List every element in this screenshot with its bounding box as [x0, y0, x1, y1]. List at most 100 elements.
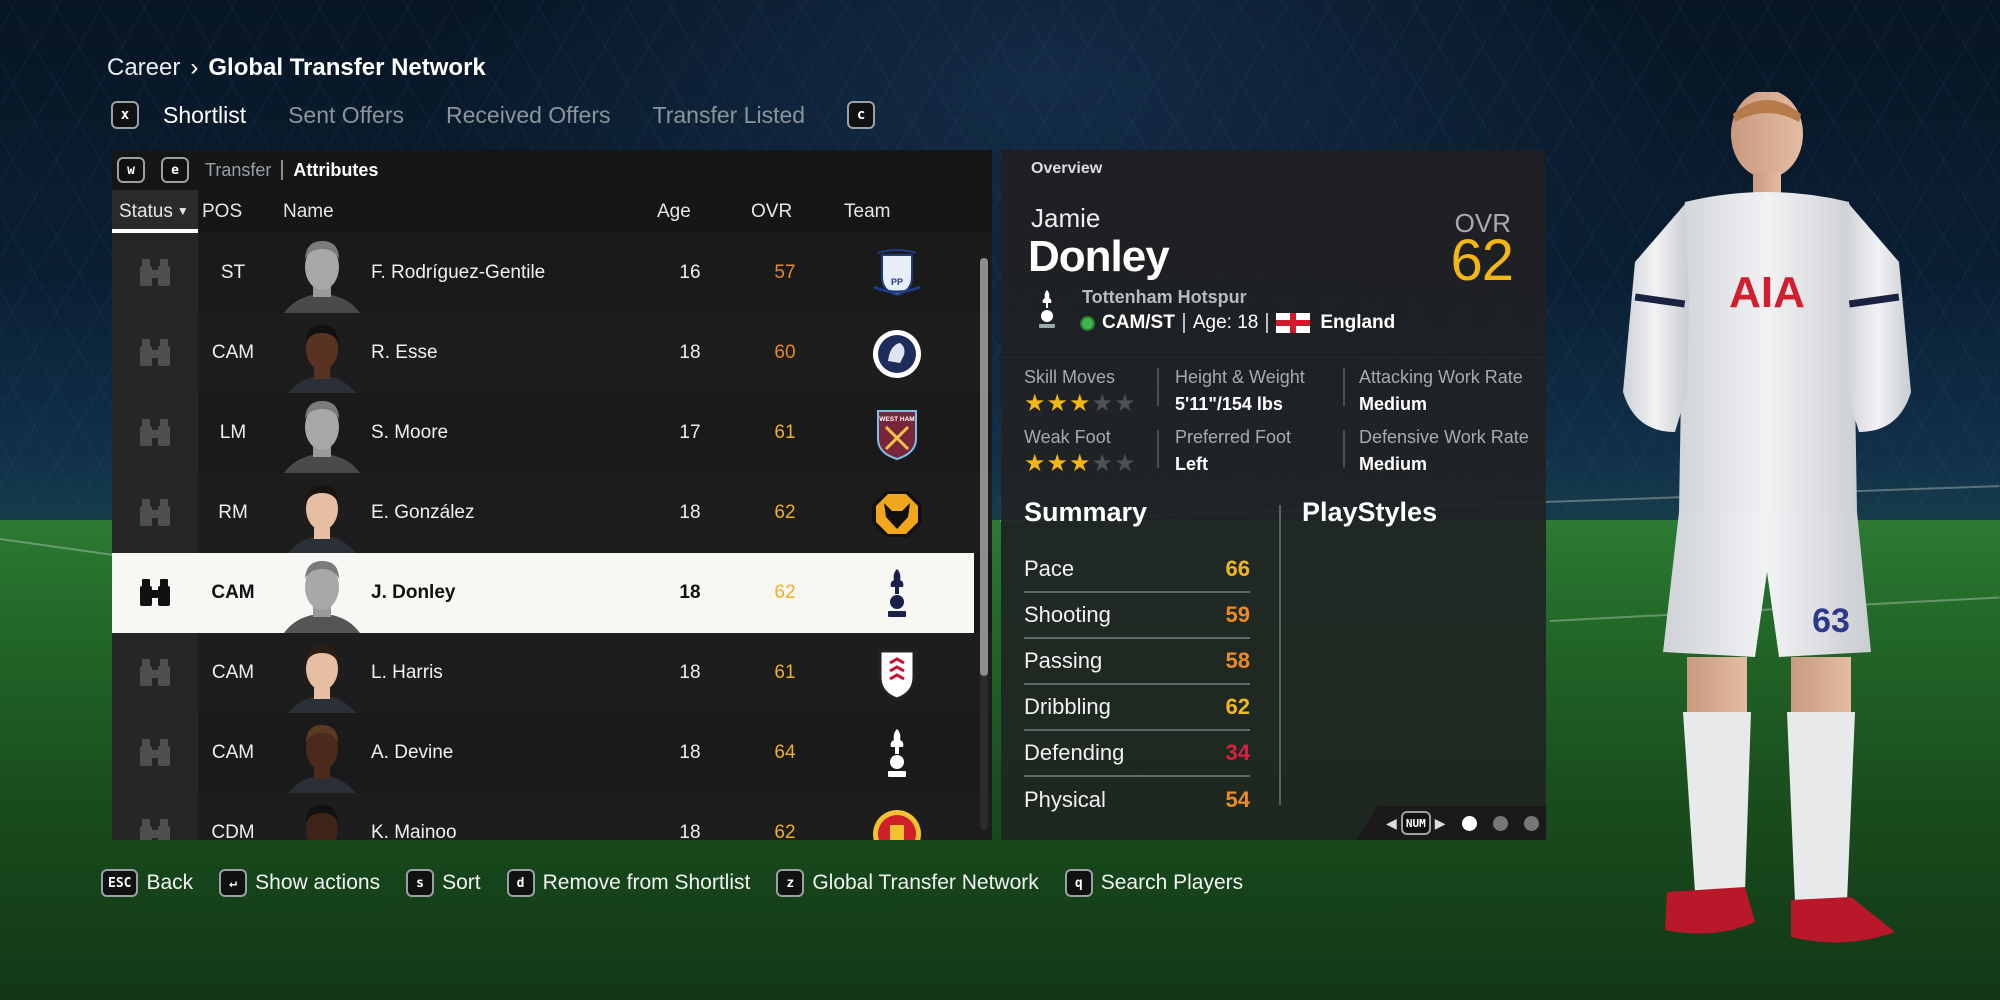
player-row[interactable]: RM E. González 18 62 — [112, 473, 992, 553]
stat-label: Dribbling — [1024, 694, 1111, 719]
stat-value: 59 — [1225, 602, 1250, 627]
action-label: Sort — [442, 871, 481, 894]
player-row[interactable]: CAM L. Harris 18 61 — [112, 633, 992, 713]
player-row[interactable]: CAM A. Devine 18 64 — [112, 713, 992, 793]
stat-label: Pace — [1024, 556, 1075, 581]
player-pos: CAM — [211, 342, 255, 363]
column-team[interactable]: Team — [844, 201, 890, 223]
action-label: Global Transfer Network — [812, 871, 1039, 894]
player-avatar — [284, 477, 360, 553]
binoculars-icon[interactable] — [112, 553, 198, 633]
weak-foot-stars: ★ ★ ★ ★ ★ — [1024, 452, 1137, 476]
stat-row-dribbling: Dribbling 62 — [1024, 685, 1250, 731]
key-hint: z — [776, 869, 805, 897]
player-ovr: 62 — [774, 822, 796, 840]
subtab-prev-key[interactable]: w — [117, 157, 145, 183]
column-age[interactable]: Age — [657, 201, 691, 223]
column-ovr[interactable]: OVR — [751, 201, 792, 223]
player-age: 18 — [679, 342, 701, 363]
tottenham-crest-icon — [1039, 290, 1055, 328]
binoculars-icon[interactable] — [112, 473, 198, 553]
player-name: F. Rodríguez-Gentile — [371, 262, 546, 283]
pager-dot[interactable] — [1523, 815, 1539, 831]
player-last-name: Donley — [1028, 232, 1170, 281]
column-pos[interactable]: POS — [202, 201, 242, 223]
england-flag-icon — [1276, 313, 1311, 333]
attributes-separator — [1001, 357, 1546, 358]
stat-label: Physical — [1024, 787, 1106, 812]
stat-row-shooting: Shooting 59 — [1024, 593, 1250, 639]
footer-action-remove-from-shortlist[interactable]: d Remove from Shortlist — [506, 869, 751, 897]
player-ovr: 57 — [774, 262, 796, 283]
attacking-wr-value: Medium — [1359, 394, 1428, 414]
action-label: Back — [146, 871, 194, 894]
overview-pager: ◀ NUM ▶ — [1356, 806, 1546, 840]
tab-next-key[interactable]: c — [847, 101, 876, 129]
player-avatar — [284, 557, 360, 633]
list-scrollbar[interactable] — [980, 258, 988, 830]
defensive-work-rate: Defensive Work Rate Medium — [1359, 427, 1529, 475]
player-age: 18 — [679, 662, 701, 683]
footer-action-sort[interactable]: s Sort — [406, 869, 481, 897]
summary-divider — [1279, 505, 1281, 805]
footer-action-global-transfer-network[interactable]: z Global Transfer Network — [776, 869, 1039, 897]
column-name[interactable]: Name — [283, 201, 334, 223]
footer-action-back[interactable]: ESC Back — [101, 869, 193, 897]
star-filled-icon: ★ — [1024, 450, 1046, 477]
scrollbar-thumb[interactable] — [980, 258, 988, 676]
player-row-selected[interactable]: CAM J. Donley 18 62 — [112, 553, 974, 633]
breadcrumb-career[interactable]: Career — [107, 54, 180, 82]
key-hint: ESC — [101, 869, 139, 897]
subtab-attributes[interactable]: Attributes — [293, 160, 378, 181]
binoculars-icon[interactable] — [112, 313, 198, 393]
weak-foot: Weak Foot ★ ★ ★ ★ ★ — [1024, 427, 1137, 476]
player-pos: CAM — [211, 582, 255, 603]
player-age: 18 — [679, 502, 701, 523]
pager-key[interactable]: NUM — [1400, 811, 1431, 835]
action-label: Remove from Shortlist — [542, 871, 751, 894]
info-divider — [1182, 313, 1185, 333]
binoculars-icon[interactable] — [112, 793, 198, 840]
footer-action-show-actions[interactable]: ↵ Show actions — [219, 869, 380, 897]
player-avatar — [284, 717, 360, 793]
weak-foot-label: Weak Foot — [1024, 427, 1111, 447]
player-avatar — [284, 237, 360, 313]
attr-divider — [1157, 430, 1159, 468]
tab-shortlist[interactable]: Shortlist — [163, 102, 246, 129]
footer-action-search-players[interactable]: q Search Players — [1064, 869, 1244, 897]
key-hint: s — [406, 869, 435, 897]
binoculars-icon[interactable] — [112, 633, 198, 713]
pager-dot[interactable] — [1492, 815, 1508, 831]
binoculars-icon[interactable] — [112, 233, 198, 313]
subtab-transfer[interactable]: Transfer — [205, 160, 271, 181]
pager-dot[interactable] — [1461, 815, 1477, 831]
preferred-foot-label: Preferred Foot — [1175, 427, 1292, 447]
tab-prev-key[interactable]: x — [111, 101, 139, 129]
subtab-next-key[interactable]: e — [161, 157, 189, 183]
player-pos: CAM — [211, 662, 255, 683]
player-age: Age: 18 — [1192, 312, 1259, 333]
preferred-foot: Preferred Foot Left — [1175, 427, 1291, 475]
table-header: Status ▼ POS Name Age OVR Team — [112, 190, 992, 233]
column-status[interactable]: Status ▼ — [112, 190, 198, 233]
tab-transfer-listed[interactable]: Transfer Listed — [653, 102, 806, 129]
action-label: Show actions — [255, 871, 381, 894]
tab-sent-offers[interactable]: Sent Offers — [288, 102, 404, 129]
star-filled-icon: ★ — [1024, 390, 1046, 417]
player-nation: England — [1320, 312, 1396, 333]
key-hint: d — [506, 869, 535, 897]
defensive-wr-value: Medium — [1359, 454, 1428, 474]
player-row[interactable]: ST F. Rodríguez-Gentile 16 57 PP — [112, 233, 992, 313]
player-row[interactable]: CDM K. Mainoo 18 62 — [112, 793, 992, 840]
binoculars-icon[interactable] — [112, 713, 198, 793]
player-row[interactable]: LM S. Moore 17 61 WEST HAM — [112, 393, 992, 473]
pager-right-icon[interactable]: ▶ — [1435, 815, 1446, 832]
action-label: Search Players — [1100, 871, 1244, 894]
pager-left-icon[interactable]: ◀ — [1386, 815, 1397, 832]
player-row[interactable]: CAM R. Esse 18 60 — [112, 313, 992, 393]
preferred-foot-value: Left — [1175, 454, 1208, 474]
tab-received-offers[interactable]: Received Offers — [446, 102, 610, 129]
wolves-crest-icon — [870, 487, 924, 541]
binoculars-icon[interactable] — [112, 393, 198, 473]
position-status-icon — [1080, 315, 1095, 331]
